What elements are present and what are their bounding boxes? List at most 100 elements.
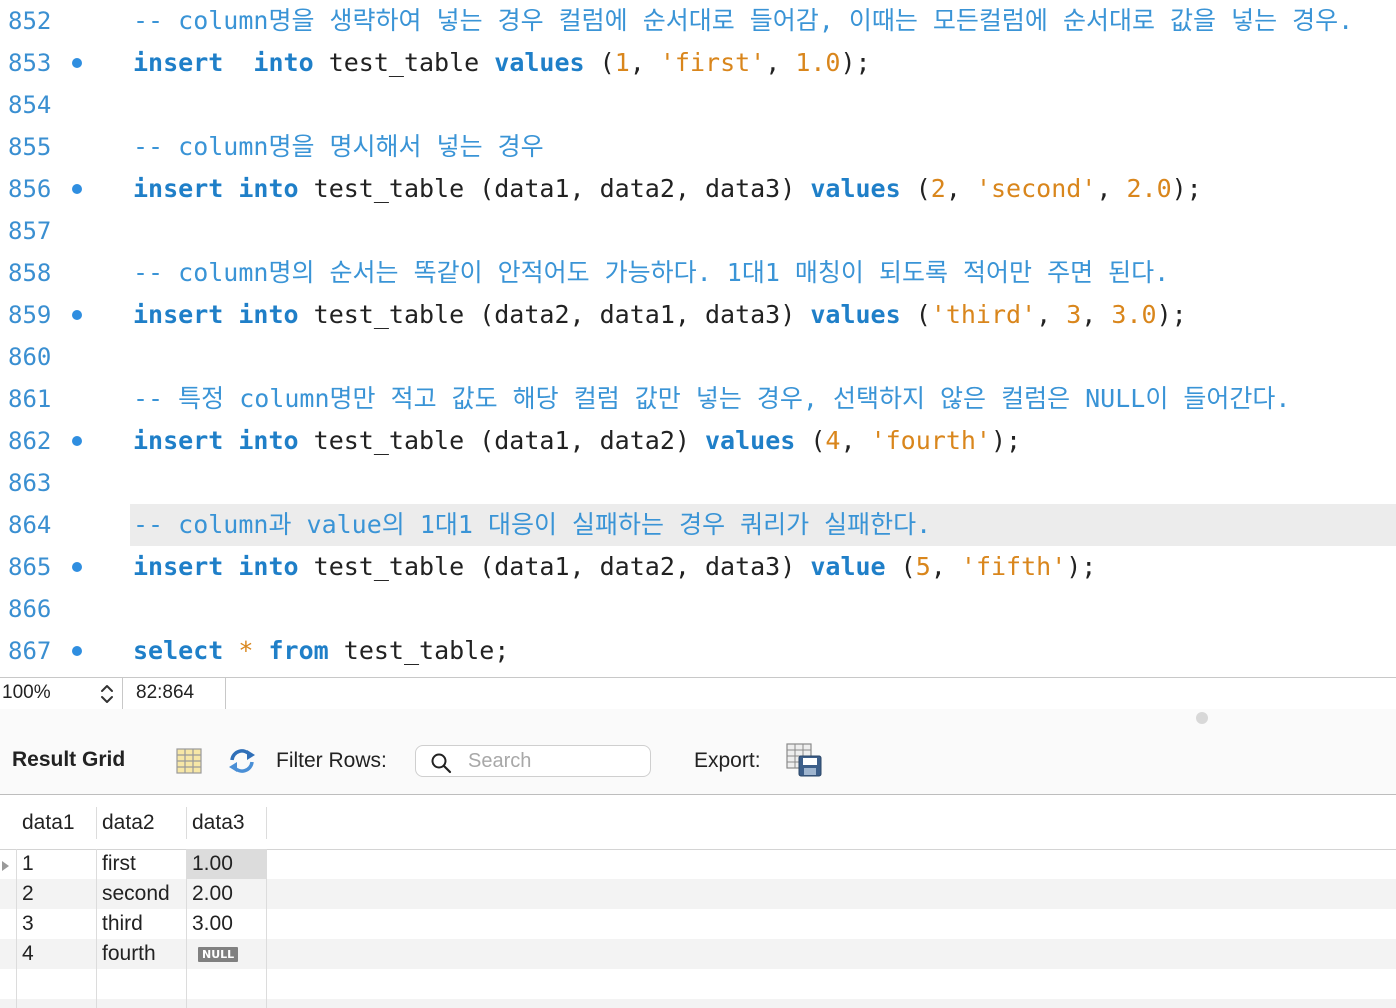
- sql-token: );: [1171, 174, 1202, 203]
- code-line[interactable]: 852 -- column명을 생략하여 넣는 경우 컬럼에 순서대로 들어감, …: [0, 0, 1396, 42]
- code-text[interactable]: -- 특정 column명만 적고 값도 해당 컬럼 값만 넣는 경우, 선택하…: [130, 378, 1396, 420]
- code-line[interactable]: 858 -- column명의 순서는 똑같이 안적어도 가능하다. 1대1 매칭…: [0, 252, 1396, 294]
- sql-token: (: [900, 174, 931, 203]
- statement-marker-icon[interactable]: [72, 436, 82, 446]
- statement-marker-icon[interactable]: [72, 58, 82, 68]
- grid-icon[interactable]: [174, 746, 204, 776]
- code-line[interactable]: 861 -- 특정 column명만 적고 값도 해당 컬럼 값만 넣는 경우, …: [0, 378, 1396, 420]
- code-text[interactable]: -- column명을 명시해서 넣는 경우: [130, 126, 1396, 168]
- code-line[interactable]: 860: [0, 336, 1396, 378]
- table-row[interactable]: 3 third 3.00: [0, 909, 1396, 939]
- chevron-up-down-icon[interactable]: [98, 681, 116, 707]
- sql-token: );: [1156, 300, 1187, 329]
- sql-literal: 'fourth': [870, 426, 991, 455]
- code-text[interactable]: insert into test_table (data1, data2, da…: [130, 546, 1396, 588]
- filter-search-box[interactable]: [415, 745, 651, 777]
- code-text[interactable]: -- column명의 순서는 똑같이 안적어도 가능하다. 1대1 매칭이 되…: [130, 252, 1396, 294]
- sql-editor[interactable]: 852 -- column명을 생략하여 넣는 경우 컬럼에 순서대로 들어감, …: [0, 0, 1396, 676]
- code-text[interactable]: insert into test_table values (1, 'first…: [130, 42, 1396, 84]
- sql-token: (: [900, 300, 931, 329]
- code-line[interactable]: 865 insert into test_table (data1, data2,…: [0, 546, 1396, 588]
- table-cell-data1[interactable]: 1: [22, 849, 34, 879]
- table-cell-data3[interactable]: 1.00: [186, 849, 266, 879]
- code-text[interactable]: insert into test_table (data1, data2, da…: [130, 168, 1396, 210]
- code-text[interactable]: [130, 588, 1396, 630]
- column-divider[interactable]: [96, 807, 97, 839]
- table-cell-data3[interactable]: 2.00: [192, 879, 233, 909]
- grid-line: [266, 849, 267, 1008]
- table-cell-data2[interactable]: second: [102, 879, 170, 909]
- refresh-icon[interactable]: [226, 746, 258, 776]
- sql-comment: -- column명의 순서는 똑같이 안적어도 가능하다. 1대1 매칭이 되…: [133, 258, 1170, 287]
- code-line[interactable]: 864 -- column과 value의 1대1 대응이 실패하는 경우 쿼리가…: [0, 504, 1396, 546]
- code-line[interactable]: 867 select * from test_table;: [0, 630, 1396, 672]
- code-line[interactable]: 863: [0, 462, 1396, 504]
- sql-keyword: insert: [133, 174, 224, 203]
- code-text[interactable]: -- column과 value의 1대1 대응이 실패하는 경우 쿼리가 실패…: [130, 504, 1396, 546]
- export-icon[interactable]: [785, 742, 823, 778]
- table-cell-data1[interactable]: 2: [22, 879, 34, 909]
- code-text[interactable]: insert into test_table (data2, data1, da…: [130, 294, 1396, 336]
- table-cell-data1[interactable]: 4: [22, 939, 34, 969]
- code-text[interactable]: insert into test_table (data1, data2) va…: [130, 420, 1396, 462]
- search-icon: [430, 752, 452, 774]
- sql-token: test_table (data2, data1, data3): [298, 300, 811, 329]
- code-line[interactable]: 857: [0, 210, 1396, 252]
- code-text[interactable]: [130, 210, 1396, 252]
- table-row[interactable]: [0, 969, 1396, 999]
- table-cell-data1[interactable]: 3: [22, 909, 34, 939]
- sql-comment: -- column명을 명시해서 넣는 경우: [133, 132, 544, 161]
- sql-keyword: values: [494, 48, 585, 77]
- grid-line: [186, 849, 187, 1008]
- sql-token: ,: [629, 48, 660, 77]
- column-divider[interactable]: [186, 807, 187, 839]
- statement-marker-icon[interactable]: [72, 310, 82, 320]
- sql-keyword: into: [238, 300, 299, 329]
- table-cell-data3[interactable]: 3.00: [192, 909, 233, 939]
- line-number: 858: [8, 259, 52, 287]
- sql-token: ,: [765, 48, 796, 77]
- column-header-data2[interactable]: data2: [102, 811, 155, 835]
- table-row[interactable]: 1 first 1.00: [0, 849, 1396, 879]
- column-header-data1[interactable]: data1: [22, 811, 75, 835]
- zoom-level[interactable]: 100%: [2, 682, 51, 704]
- code-line[interactable]: 854: [0, 84, 1396, 126]
- statement-marker-icon[interactable]: [72, 646, 82, 656]
- statement-marker-icon[interactable]: [72, 562, 82, 572]
- code-line[interactable]: 853 insert into test_table values (1, 'fi…: [0, 42, 1396, 84]
- table-cell-data2[interactable]: fourth: [102, 939, 156, 969]
- column-divider[interactable]: [266, 807, 267, 839]
- table-cell-data2[interactable]: third: [102, 909, 143, 939]
- table-row[interactable]: 2 second 2.00: [0, 879, 1396, 909]
- line-number: 853: [8, 49, 52, 77]
- sql-comment: -- 특정 column명만 적고 값도 해당 컬럼 값만 넣는 경우, 선택하…: [133, 384, 1291, 413]
- code-text[interactable]: -- column명을 생략하여 넣는 경우 컬럼에 순서대로 들어감, 이때는…: [130, 0, 1396, 42]
- table-cell-data2[interactable]: first: [102, 849, 136, 879]
- code-line[interactable]: 866: [0, 588, 1396, 630]
- line-number: 856: [8, 175, 52, 203]
- result-grid[interactable]: data1 data2 data3 1 first 1.00 2 second 2.00 3…: [0, 795, 1396, 1008]
- code-text[interactable]: select * from test_table;: [130, 630, 1396, 672]
- code-text[interactable]: [130, 462, 1396, 504]
- sql-token: test_table: [313, 48, 495, 77]
- code-text[interactable]: [130, 84, 1396, 126]
- splitter-handle[interactable]: [1196, 712, 1208, 724]
- column-header-data3[interactable]: data3: [192, 811, 245, 835]
- search-input[interactable]: [468, 749, 638, 773]
- table-cell-data3[interactable]: NULL: [192, 939, 239, 969]
- sql-keyword: into: [238, 426, 299, 455]
- statement-marker-icon[interactable]: [72, 184, 82, 194]
- table-row[interactable]: 4 fourth NULL: [0, 939, 1396, 969]
- code-line[interactable]: 859 insert into test_table (data2, data1,…: [0, 294, 1396, 336]
- code-line[interactable]: 862 insert into test_table (data1, data2)…: [0, 420, 1396, 462]
- code-line[interactable]: 855 -- column명을 명시해서 넣는 경우: [0, 126, 1396, 168]
- sql-keyword: values: [810, 174, 901, 203]
- line-number: 861: [8, 385, 52, 413]
- code-text[interactable]: [130, 336, 1396, 378]
- sql-keyword: into: [238, 552, 299, 581]
- table-row[interactable]: [0, 999, 1396, 1008]
- sql-token: ,: [840, 426, 871, 455]
- code-line[interactable]: 856 insert into test_table (data1, data2,…: [0, 168, 1396, 210]
